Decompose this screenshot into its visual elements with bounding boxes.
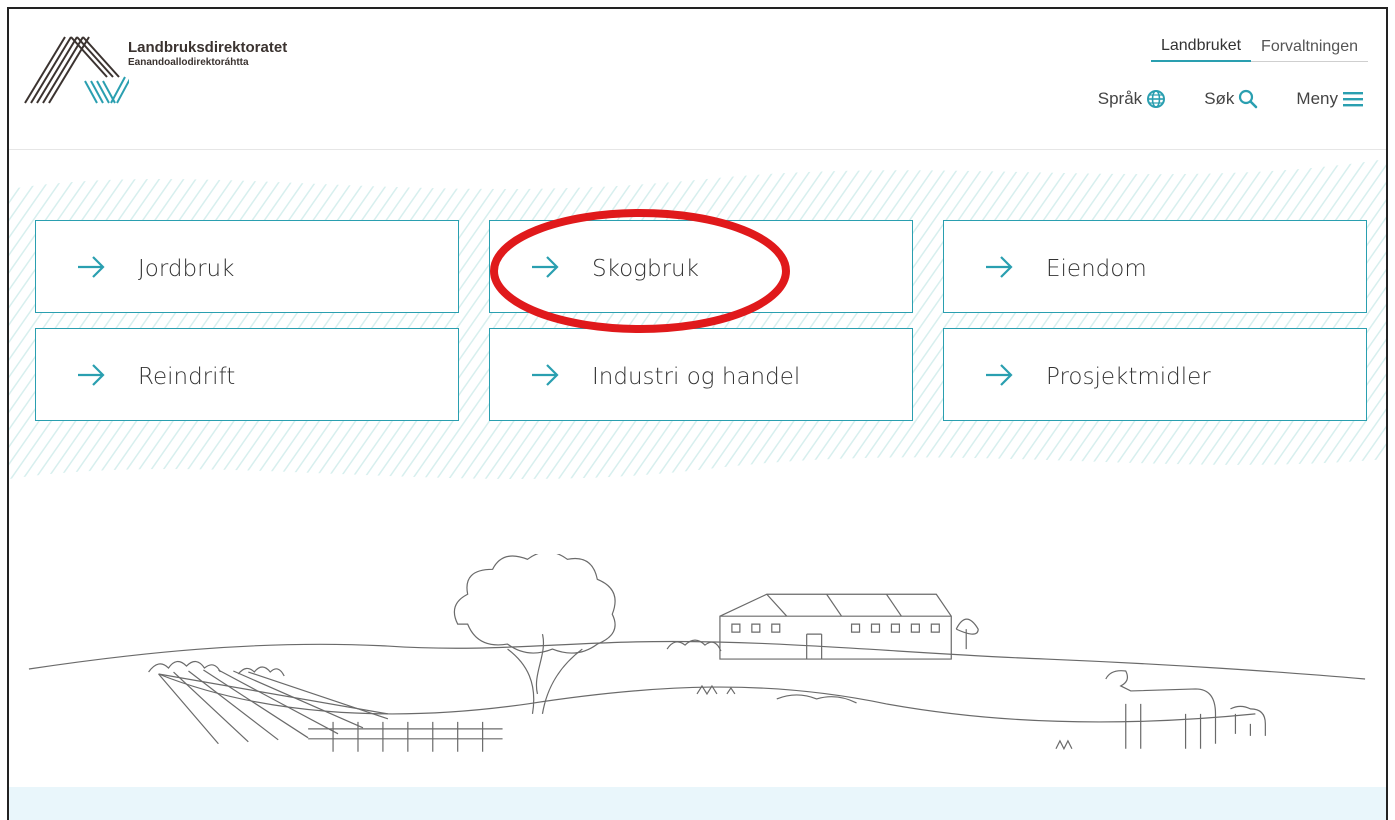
category-card-reindrift[interactable]: Reindrift [35,328,459,421]
logo-mark-icon [24,36,132,104]
tab-forvaltningen[interactable]: Forvaltningen [1251,38,1368,62]
logo-subtitle: Eanandoallodirektoráhtta [128,57,249,68]
menu-label: Meny [1296,89,1338,108]
menu-button[interactable]: Meny [1296,89,1364,109]
card-label: Eiendom [1046,256,1147,282]
search-label: Søk [1204,89,1235,108]
arrow-right-icon [986,256,1013,278]
highlight-ellipse [490,209,790,333]
header-tools: Språk Søk Meny [1098,89,1364,109]
site-logo[interactable]: Landbruksdirektoratet Eanandoallodirekto… [19,31,339,131]
arrow-right-icon [78,364,105,386]
card-label: Reindrift [138,364,236,390]
arrow-right-icon [78,256,105,278]
hamburger-icon [1343,92,1363,107]
category-card-industri-og-handel[interactable]: Industri og handel [489,328,913,421]
site-header: Landbruksdirektoratet Eanandoallodirekto… [9,9,1386,150]
arrow-right-icon [986,364,1013,386]
search-button[interactable]: Søk [1204,89,1258,109]
farm-landscape-illustration [28,554,1366,752]
search-icon [1239,89,1258,109]
content-band [9,787,1386,820]
category-card-prosjektmidler[interactable]: Prosjektmidler [943,328,1367,421]
audience-tabs: Landbruket Forvaltningen [1150,37,1368,62]
card-label: Prosjektmidler [1046,364,1211,390]
browser-viewport: Landbruksdirektoratet Eanandoallodirekto… [7,7,1388,820]
category-card-eiendom[interactable]: Eiendom [943,220,1367,313]
logo-title: Landbruksdirektoratet [128,39,288,56]
language-label: Språk [1097,89,1143,108]
tab-landbruket[interactable]: Landbruket [1150,37,1252,62]
card-label: Jordbruk [138,256,235,282]
card-label: Industri og handel [592,364,801,390]
language-button[interactable]: Språk [1098,89,1166,109]
arrow-right-icon [532,364,559,386]
category-card-jordbruk[interactable]: Jordbruk [35,220,459,313]
globe-icon [1147,90,1166,108]
